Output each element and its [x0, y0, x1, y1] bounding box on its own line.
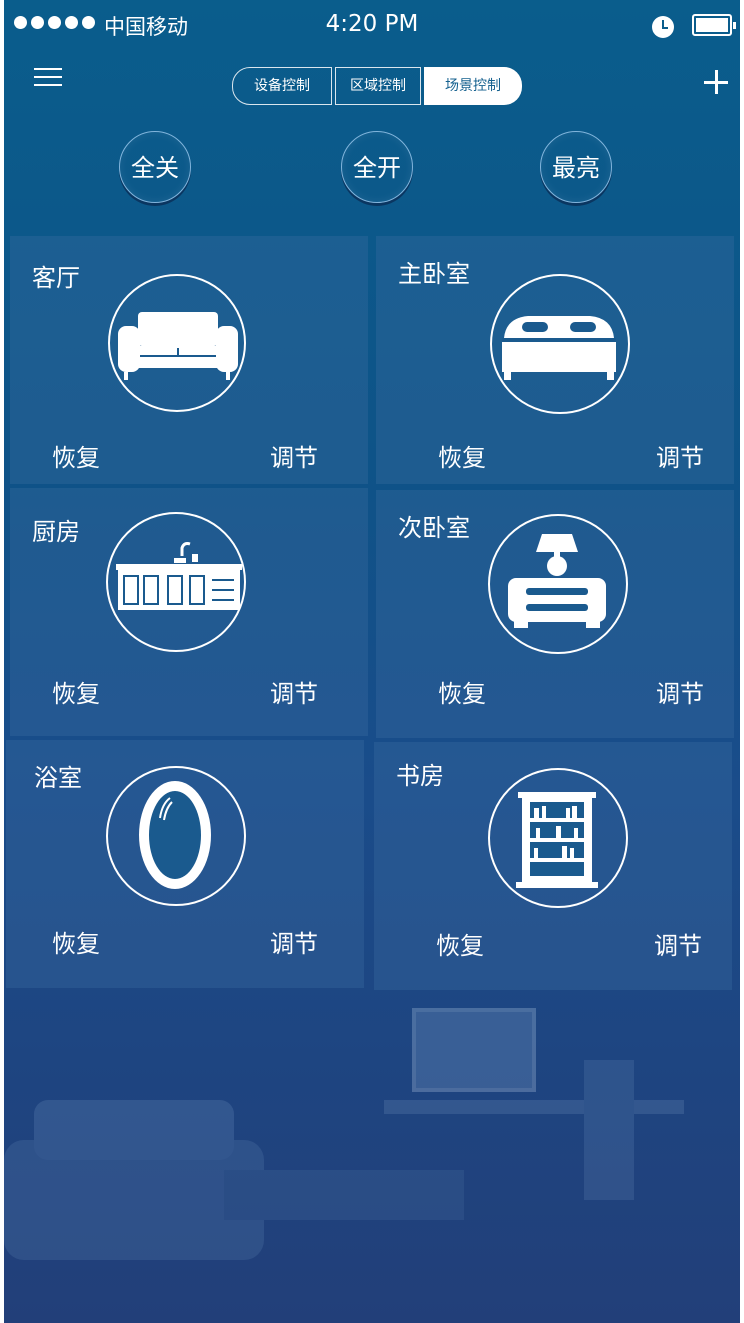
sofa-icon: [118, 312, 238, 380]
restore-button[interactable]: 恢复: [438, 438, 486, 473]
room-name: 厨房: [32, 518, 80, 546]
room-card-living-room: 客厅 恢复 调节: [10, 236, 368, 484]
status-time: 4:20 PM: [325, 11, 419, 37]
adjust-button[interactable]: 调节: [270, 438, 318, 473]
tab-device-control[interactable]: 设备控制: [232, 67, 332, 105]
room-scene-button[interactable]: [106, 766, 246, 906]
room-card-master-bedroom: 主卧室 恢复 调节: [376, 236, 734, 484]
all-on-button[interactable]: 全开: [341, 131, 413, 203]
brightest-button[interactable]: 最亮: [540, 131, 612, 203]
room-card-second-bedroom: 次卧室 恢复 调节: [376, 490, 734, 738]
room-scene-button[interactable]: [106, 512, 246, 652]
room-name: 客厅: [32, 264, 80, 292]
room-scene-button[interactable]: [490, 274, 630, 414]
room-name: 主卧室: [398, 260, 470, 288]
restore-button[interactable]: 恢复: [436, 926, 484, 961]
bookshelf-icon: [516, 792, 598, 888]
restore-button[interactable]: 恢复: [438, 674, 486, 709]
adjust-button[interactable]: 调节: [270, 674, 318, 709]
status-bar: 中国移动 4:20 PM: [4, 0, 740, 50]
add-icon[interactable]: [704, 70, 728, 94]
app-screen: 中国移动 4:20 PM 设备控制 区域控制 场景控制 全关 全开 最亮 客厅: [4, 0, 740, 1323]
adjust-button[interactable]: 调节: [656, 674, 704, 709]
tab-area-control[interactable]: 区域控制: [335, 67, 421, 105]
nightstand-lamp-icon: [508, 534, 606, 628]
adjust-button[interactable]: 调节: [656, 438, 704, 473]
room-background-image: [4, 1008, 684, 1260]
room-scene-button[interactable]: [108, 274, 246, 412]
restore-button[interactable]: 恢复: [52, 924, 100, 959]
room-name: 浴室: [34, 764, 82, 792]
menu-icon[interactable]: [34, 66, 62, 88]
room-card-bathroom: 浴室 恢复 调节: [6, 740, 364, 988]
restore-button[interactable]: 恢复: [52, 674, 100, 709]
room-scene-button[interactable]: [488, 514, 628, 654]
battery-icon: [692, 14, 736, 36]
kitchen-cabinet-icon: [116, 542, 242, 610]
room-card-kitchen: 厨房 恢复 调节: [10, 488, 368, 736]
bed-icon: [502, 316, 616, 380]
tab-bar: 设备控制 区域控制 场景控制: [232, 67, 522, 105]
room-scene-button[interactable]: [488, 768, 628, 908]
tab-scene-control[interactable]: 场景控制: [424, 67, 522, 105]
all-off-button[interactable]: 全关: [119, 131, 191, 203]
adjust-button[interactable]: 调节: [654, 926, 702, 961]
room-name: 次卧室: [398, 514, 470, 542]
mirror-icon: [139, 781, 211, 889]
restore-button[interactable]: 恢复: [52, 438, 100, 473]
room-name: 书房: [396, 762, 444, 790]
alarm-clock-icon: [652, 16, 674, 38]
room-card-study: 书房 恢复 调节: [374, 742, 732, 990]
adjust-button[interactable]: 调节: [270, 924, 318, 959]
